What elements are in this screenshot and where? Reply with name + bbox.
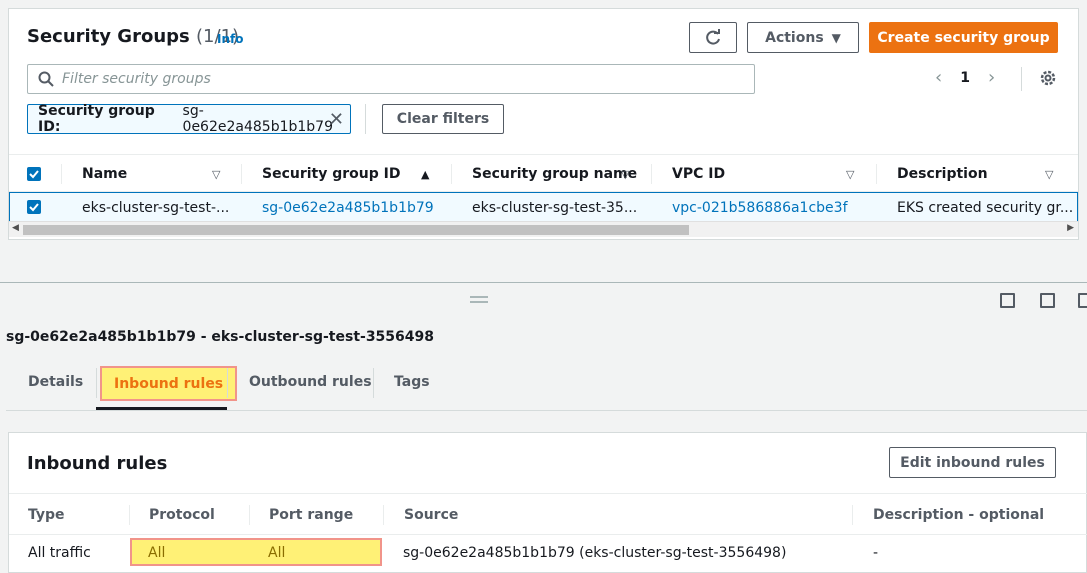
cell-protocol: All <box>148 545 166 561</box>
actions-button[interactable]: Actions ▼ <box>747 22 859 53</box>
filter-token: Security group ID: sg-0e62e2a485b1b1b79 … <box>27 103 351 135</box>
column-header-port-range: Port range <box>269 507 354 523</box>
info-link[interactable]: Info <box>217 32 243 46</box>
pane-side-icon[interactable] <box>1040 293 1055 308</box>
chevron-left-icon[interactable]: ‹ <box>935 67 942 88</box>
sort-icon[interactable]: ▽ <box>212 155 220 193</box>
detail-title: sg-0e62e2a485b1b1b79 - eks-cluster-sg-te… <box>6 329 435 345</box>
column-label: Description <box>897 166 988 182</box>
search-input[interactable]: Filter security groups <box>27 64 755 94</box>
cell-port-range: All <box>268 545 286 561</box>
clear-filters-button[interactable]: Clear filters <box>382 104 504 134</box>
detail-tabs: Details Inbound rules Outbound rules Tag… <box>6 364 1087 411</box>
active-tab-indicator <box>96 407 227 410</box>
drag-handle-icon[interactable] <box>470 296 488 306</box>
tab-details[interactable]: Details <box>28 364 83 400</box>
sort-icon[interactable]: ▽ <box>846 155 854 193</box>
horizontal-scrollbar[interactable]: ◀ ▶ <box>9 221 1078 237</box>
tab-tags[interactable]: Tags <box>394 364 430 400</box>
rules-table-header: Type Protocol Port range Source Descript… <box>9 493 1087 535</box>
column-header-type: Type <box>28 507 65 523</box>
split-divider <box>0 282 1087 283</box>
table-row: All traffic All All sg-0e62e2a485b1b1b79… <box>9 535 1087 573</box>
inbound-rules-panel: Inbound rules Edit inbound rules Type Pr… <box>8 432 1087 573</box>
cell-description: EKS created security gr... <box>897 200 1072 216</box>
tab-inbound-rules[interactable]: Inbound rules <box>100 366 238 401</box>
sort-icon[interactable]: ▽ <box>621 155 629 193</box>
sort-icon[interactable]: ▽ <box>1045 155 1053 193</box>
security-groups-table: Name ▽ Security group ID ▲ Security grou… <box>9 154 1078 224</box>
cell-vpc-id-link[interactable]: vpc-021b586886a1cbe3f <box>672 193 872 223</box>
column-label: Security group ID <box>262 166 401 182</box>
scrollbar-thumb[interactable] <box>23 225 689 235</box>
column-header-name[interactable]: Name <box>82 155 127 193</box>
search-icon <box>38 71 54 87</box>
pager-divider <box>1021 67 1022 91</box>
select-all-checkbox[interactable] <box>27 167 41 181</box>
caret-down-icon: ▼ <box>831 30 841 45</box>
cell-sg-name: eks-cluster-sg-test-35... <box>472 200 638 216</box>
table-header: Name ▽ Security group ID ▲ Security grou… <box>9 154 1078 192</box>
search-placeholder: Filter security groups <box>62 71 211 87</box>
scroll-right-icon[interactable]: ▶ <box>1067 223 1074 233</box>
pane-bottom-icon[interactable] <box>1000 293 1015 308</box>
cell-type: All traffic <box>28 545 91 561</box>
column-header-vpc-id[interactable]: VPC ID <box>672 155 725 193</box>
filter-value: sg-0e62e2a485b1b1b79 <box>182 103 333 135</box>
column-header-description[interactable]: Description <box>897 155 988 193</box>
inbound-rules-title: Inbound rules <box>27 453 168 474</box>
column-label: Name <box>82 166 128 182</box>
refresh-icon <box>706 28 720 45</box>
refresh-button[interactable] <box>689 22 737 53</box>
actions-label: Actions <box>765 29 824 46</box>
highlight-box <box>130 538 382 566</box>
edit-inbound-rules-button[interactable]: Edit inbound rules <box>889 447 1056 478</box>
column-label: VPC ID <box>672 166 726 182</box>
chevron-right-icon[interactable]: › <box>988 67 995 88</box>
column-header-sg-name[interactable]: Security group name <box>472 155 637 193</box>
page-number[interactable]: 1 <box>960 70 970 86</box>
remove-filter-icon[interactable]: ✕ <box>329 109 344 130</box>
security-groups-panel: Security Groups (1/1) Info Actions ▼ Cre… <box>8 8 1079 240</box>
cell-source: sg-0e62e2a485b1b1b79 (eks-cluster-sg-tes… <box>403 545 787 561</box>
column-header-protocol: Protocol <box>149 507 215 523</box>
table-row[interactable]: eks-cluster-sg-test-... sg-0e62e2a485b1b… <box>9 192 1078 224</box>
column-label: Security group name <box>472 166 638 182</box>
pagination: ‹ 1 › <box>935 67 995 88</box>
filter-divider <box>365 104 366 134</box>
tab-outbound-rules[interactable]: Outbound rules <box>249 364 372 400</box>
cell-description: - <box>873 545 879 561</box>
cell-name: eks-cluster-sg-test-... <box>82 200 230 216</box>
title-text: Security Groups <box>27 26 190 47</box>
sort-ascending-icon[interactable]: ▲ <box>421 155 429 193</box>
column-header-sg-id[interactable]: Security group ID <box>262 155 400 193</box>
column-header-description: Description - optional <box>873 507 1045 523</box>
row-checkbox[interactable] <box>27 200 41 214</box>
pane-float-icon[interactable] <box>1078 293 1087 308</box>
page-title: Security Groups (1/1) <box>27 26 239 47</box>
create-security-group-button[interactable]: Create security group <box>869 22 1058 53</box>
settings-gear-icon[interactable] <box>1039 69 1057 91</box>
cell-sg-id-link[interactable]: sg-0e62e2a485b1b1b79 <box>262 193 442 223</box>
filter-key: Security group ID: <box>38 103 155 135</box>
scroll-left-icon[interactable]: ◀ <box>12 223 19 233</box>
column-header-source: Source <box>404 507 459 523</box>
